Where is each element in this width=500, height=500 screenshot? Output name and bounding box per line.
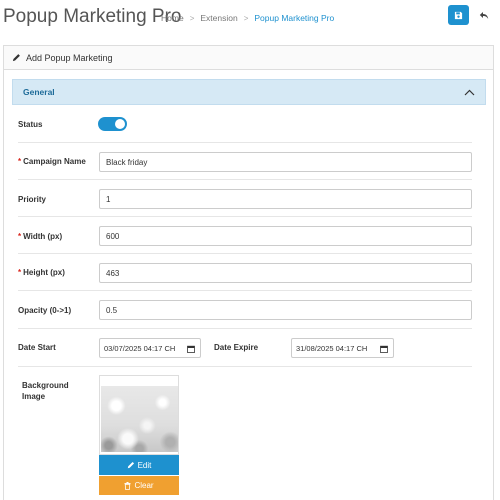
height-label: * Height (px) [18,268,65,277]
background-image-label: Background Image [22,380,69,402]
reply-icon [479,11,489,19]
status-toggle[interactable] [98,117,127,131]
page-header: Popup Marketing Pro Home > Extension > P… [0,0,500,38]
general-section-label: General [23,87,55,97]
back-button[interactable] [475,6,493,24]
breadcrumb-separator-icon: > [243,13,249,23]
opacity-label: Opacity (0->1) [18,306,72,315]
date-start-label: Date Start [18,343,56,352]
calendar-icon[interactable] [187,345,195,353]
required-marker: * [18,268,22,277]
chevron-up-icon[interactable] [464,89,475,96]
breadcrumb-extension[interactable]: Extension [200,13,237,23]
dates-row: Date Start 03/07/2025 04:17 CH Date Expi… [18,329,472,367]
height-row: * Height (px) 463 [18,254,472,291]
toggle-knob [115,119,125,129]
opacity-input[interactable]: 0.5 [99,300,472,320]
height-label-text: Height (px) [23,268,65,277]
campaign-name-row: * Campaign Name Black friday [18,143,472,180]
edit-image-label: Edit [137,460,152,470]
height-input[interactable]: 463 [99,263,472,283]
breadcrumb-current[interactable]: Popup Marketing Pro [254,13,334,23]
width-label-text: Width (px) [23,232,63,241]
general-section-header[interactable]: General [12,79,486,105]
campaign-name-input[interactable]: Black friday [99,152,472,172]
page-title: Popup Marketing Pro [3,6,182,27]
background-image-preview [101,386,178,452]
width-label: * Width (px) [18,232,62,241]
background-image-label-line1: Background [22,381,69,390]
required-marker: * [18,232,22,241]
pencil-icon [127,461,134,469]
breadcrumb: Home > Extension > Popup Marketing Pro [161,13,334,23]
date-start-input[interactable]: 03/07/2025 04:17 CH [99,338,201,358]
opacity-row: Opacity (0->1) 0.5 [18,291,472,329]
date-expire-value: 31/08/2025 04:17 CH [296,343,368,353]
date-start-value: 03/07/2025 04:17 CH [104,343,176,353]
priority-input[interactable]: 1 [99,189,472,209]
width-row: * Width (px) 600 [18,217,472,254]
trash-icon [124,481,131,490]
width-input[interactable]: 600 [99,226,472,246]
campaign-name-label-text: Campaign Name [23,157,86,166]
pencil-icon [12,54,20,62]
background-image-thumbnail[interactable] [99,375,179,455]
campaign-name-label: * Campaign Name [18,157,86,166]
calendar-icon[interactable] [380,345,388,353]
status-row: Status [18,110,472,143]
save-icon [454,11,463,19]
clear-image-label: Clear [134,481,154,490]
clear-image-button[interactable]: Clear [99,476,179,495]
panel-heading-label: Add Popup Marketing [26,52,113,63]
date-expire-label: Date Expire [214,343,259,352]
required-marker: * [18,157,22,166]
edit-image-button[interactable]: Edit [99,455,179,475]
status-label: Status [18,120,43,129]
priority-label: Priority [18,195,47,204]
priority-row: Priority 1 [18,180,472,217]
save-button[interactable] [448,5,469,25]
date-expire-input[interactable]: 31/08/2025 04:17 CH [291,338,394,358]
breadcrumb-separator-icon: > [189,13,195,23]
panel-heading: Add Popup Marketing [4,46,493,70]
background-image-label-line2: Image [22,392,46,401]
breadcrumb-home[interactable]: Home [161,13,184,23]
